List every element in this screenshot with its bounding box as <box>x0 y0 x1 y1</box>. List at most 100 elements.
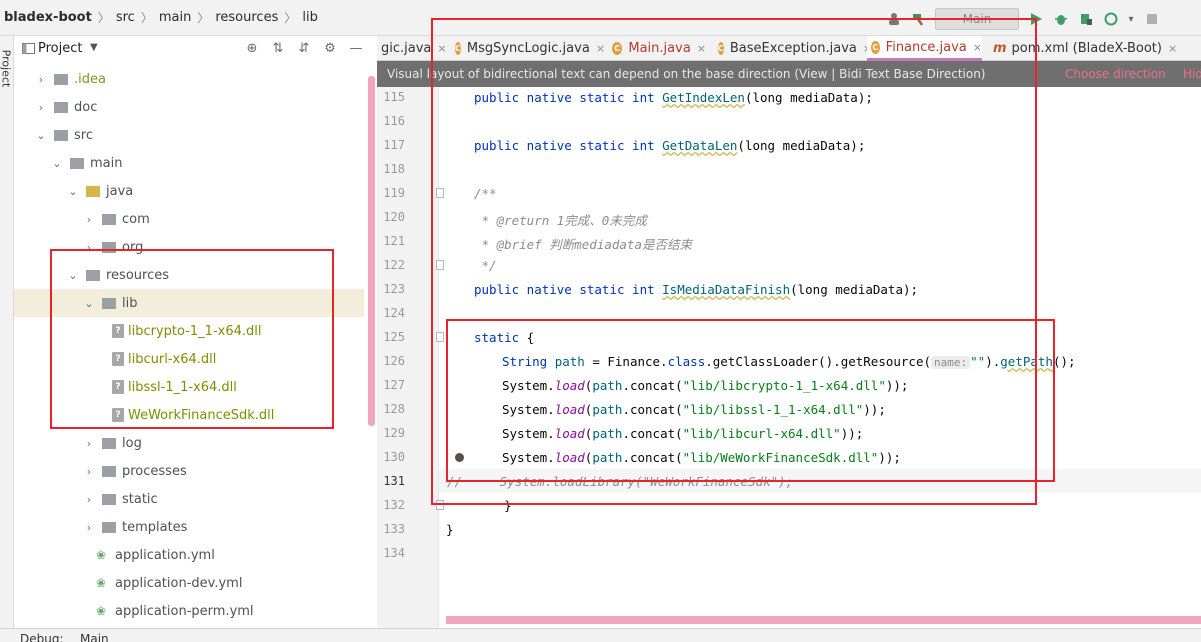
close-icon[interactable]: × <box>437 42 446 55</box>
line-number: 126 <box>383 354 405 368</box>
editor-tab[interactable]: CBaseException.java× <box>714 36 872 61</box>
line-number: 132 <box>383 498 405 512</box>
close-icon[interactable]: × <box>973 41 982 54</box>
stop-icon[interactable] <box>1143 10 1160 28</box>
tree-item-libssl-1-1-x64-dll[interactable]: ? libssl-1_1-x64.dll <box>14 373 364 401</box>
chevron-down-icon[interactable]: ⌄ <box>68 185 78 198</box>
expand-all-icon[interactable]: ⇅ <box>270 40 286 56</box>
choose-direction-link[interactable]: Choose direction <box>1065 67 1166 81</box>
breadcrumb-item-src[interactable]: src <box>116 10 135 25</box>
tree-item-lib[interactable]: ⌄ lib <box>14 289 364 317</box>
tree-item-resources[interactable]: ⌄ resources <box>14 261 364 289</box>
tree-item-doc[interactable]: › doc <box>14 93 364 121</box>
gear-icon[interactable]: ⚙ <box>322 40 338 56</box>
line-number: 127 <box>383 378 405 392</box>
chevron-down-icon[interactable]: ▼ <box>90 42 98 53</box>
build-hammer-icon[interactable] <box>910 10 927 28</box>
horizontal-scrollbar[interactable] <box>446 616 1201 624</box>
tree-item-libcurl-x64-dll[interactable]: ? libcurl-x64.dll <box>14 345 364 373</box>
tree-item-main[interactable]: ⌄ main <box>14 149 364 177</box>
close-icon[interactable]: × <box>1168 42 1177 55</box>
tree-item-src[interactable]: ⌄ src <box>14 121 364 149</box>
line-number: 122 <box>383 258 405 272</box>
breadcrumb-item-project[interactable]: bladex-boot <box>4 10 92 25</box>
code-token: (long mediaData); <box>737 138 866 153</box>
locate-icon[interactable]: ⊕ <box>244 40 260 56</box>
debug-label[interactable]: Debug: <box>20 632 64 642</box>
fold-marker-icon[interactable] <box>436 188 444 198</box>
editor-tab[interactable]: m pom.xml (BladeX-Boot) × <box>989 36 1189 61</box>
debug-main-tab[interactable]: Main <box>80 632 109 642</box>
minimize-icon[interactable]: — <box>348 40 364 56</box>
hide-link[interactable]: Hid <box>1183 67 1201 81</box>
editor-tab[interactable]: C Main.java × <box>608 36 706 61</box>
project-tool-button[interactable]: Project <box>0 50 12 88</box>
tree-item-idea[interactable]: › .idea <box>14 65 364 93</box>
chevron-down-icon[interactable]: ▾ <box>1127 10 1135 28</box>
code-line-129: System.load(path.concat("lib/libcurl-x64… <box>502 426 863 441</box>
tree-item-application-perm-yml[interactable]: ❀ application-perm.yml <box>14 597 364 625</box>
code-token: .concat( <box>622 402 683 417</box>
close-icon[interactable]: × <box>697 42 706 55</box>
tree-item-templates[interactable]: › templates <box>14 513 364 541</box>
code-line-128: System.load(path.concat("lib/libssl-1_1-… <box>502 402 886 417</box>
chevron-down-icon[interactable]: ⌄ <box>84 297 94 310</box>
vertical-scrollbar[interactable] <box>368 76 375 426</box>
code-token: .concat( <box>622 378 683 393</box>
chevron-right-icon[interactable]: › <box>84 241 94 254</box>
close-icon[interactable]: × <box>596 42 605 55</box>
chevron-down-icon[interactable]: ⌄ <box>52 157 62 170</box>
chevron-down-icon[interactable]: ⌄ <box>36 129 46 142</box>
profile-icon[interactable] <box>1102 10 1119 28</box>
tree-item-weworkfinancesdk-dll[interactable]: ? WeWorkFinanceSdk.dll <box>14 401 364 429</box>
chevron-right-icon[interactable]: › <box>84 465 94 478</box>
editor-tab[interactable]: C MsgSyncLogic.java × <box>451 36 605 61</box>
unknown-file-icon: ? <box>112 380 124 394</box>
project-panel-title[interactable]: Project <box>38 41 82 56</box>
code-token: System. <box>502 378 555 393</box>
code-line-123: public native static int IsMediaDataFini… <box>474 282 918 297</box>
yaml-file-icon: ❀ <box>96 604 107 618</box>
code-token: path <box>592 402 623 417</box>
breadcrumb-item-lib[interactable]: lib <box>302 10 317 25</box>
editor-tab[interactable]: gic.java × <box>377 36 447 61</box>
tree-item-com[interactable]: › com <box>14 205 364 233</box>
chevron-right-icon[interactable]: › <box>36 101 46 114</box>
chevron-right-icon[interactable]: › <box>36 73 46 86</box>
chevron-right-icon[interactable]: › <box>84 493 94 506</box>
tree-item-processes[interactable]: › processes <box>14 457 364 485</box>
chevron-right-icon[interactable]: › <box>84 437 94 450</box>
editor-tab[interactable]: C Finance.java × <box>867 36 982 61</box>
tree-item-label: org <box>122 239 144 255</box>
collapse-all-icon[interactable]: ⇵ <box>296 40 312 56</box>
fold-marker-icon[interactable] <box>436 500 444 510</box>
chevron-right-icon: 〉 <box>197 11 210 25</box>
run-configuration-label: Main <box>962 12 992 26</box>
line-number: 119 <box>383 186 405 200</box>
fold-marker-icon[interactable] <box>436 260 444 270</box>
run-configuration-select[interactable]: Main <box>935 8 1019 30</box>
breadcrumb-item-main[interactable]: main <box>159 10 191 25</box>
tree-item-java[interactable]: ⌄ java <box>14 177 364 205</box>
tree-item-application-dev-yml[interactable]: ❀ application-dev.yml <box>14 569 364 597</box>
breakpoint-icon[interactable] <box>455 453 464 462</box>
user-icon[interactable] <box>885 10 902 28</box>
editor-tab-label: pom.xml (BladeX-Boot) <box>1011 41 1162 56</box>
tree-item-static[interactable]: › static <box>14 485 364 513</box>
chevron-right-icon: 〉 <box>97 11 110 25</box>
debug-bug-icon[interactable] <box>1052 10 1069 28</box>
code-editor[interactable]: 115 116 117 118 119 120 121 122 123 124 125 126 127 1… <box>377 87 1201 628</box>
tree-item-log[interactable]: › log <box>14 429 364 457</box>
chevron-right-icon: 〉 <box>140 11 153 25</box>
fold-marker-icon[interactable] <box>436 332 444 342</box>
tree-item-org[interactable]: › org <box>14 233 364 261</box>
run-icon[interactable] <box>1027 10 1044 28</box>
coverage-icon[interactable] <box>1077 10 1094 28</box>
chevron-right-icon[interactable]: › <box>84 213 94 226</box>
code-token: "" <box>970 354 986 369</box>
chevron-down-icon[interactable]: ⌄ <box>68 269 78 282</box>
tree-item-libcrypto-1-1-x64-dll[interactable]: ? libcrypto-1_1-x64.dll <box>14 317 364 345</box>
tree-item-application-yml[interactable]: ❀ application.yml <box>14 541 364 569</box>
chevron-right-icon[interactable]: › <box>84 521 94 534</box>
breadcrumb-item-resources[interactable]: resources <box>215 10 278 25</box>
